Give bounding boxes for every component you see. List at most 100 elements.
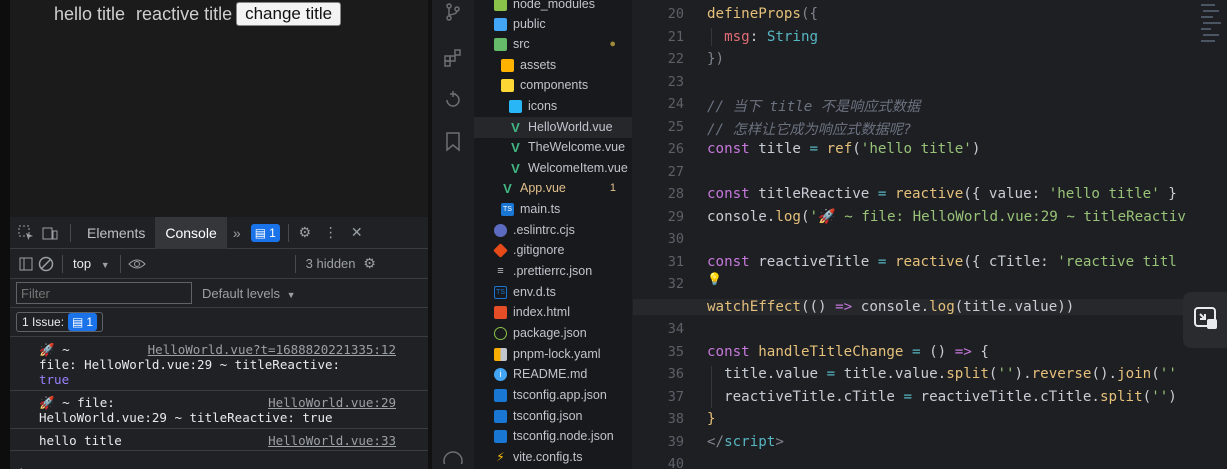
explorer-item-src[interactable]: src ● xyxy=(474,34,632,55)
log-levels-dropdown[interactable]: Default levels ▼ xyxy=(202,286,296,301)
explorer-item-main-ts[interactable]: TS main.ts xyxy=(474,199,632,220)
explorer-item-gitignore[interactable]: .gitignore xyxy=(474,240,632,261)
indent-guide xyxy=(711,366,712,408)
code-line: reactiveTitle.cTitle = reactiveTitle.cTi… xyxy=(707,388,1177,405)
explorer-item-thewelcome[interactable]: V TheWelcome.vue xyxy=(474,137,632,158)
vue-file-icon: V xyxy=(511,160,520,176)
console-settings-icon[interactable]: ⚙ xyxy=(360,254,380,274)
eye-icon[interactable] xyxy=(127,254,147,274)
tsconfig-file-icon xyxy=(494,429,507,443)
prettier-file-icon: ≡ xyxy=(497,265,504,278)
code-line: console.log('🚀 ~ file: HelloWorld.vue:29… xyxy=(707,208,1186,225)
folder-src-open-icon xyxy=(494,37,507,51)
explorer-item-prettierrc[interactable]: ≡ .prettierrc.json xyxy=(474,261,632,282)
code-line: // 当下 title 不是响应式数据 xyxy=(707,99,921,115)
problem-count-badge: 1 xyxy=(609,182,616,195)
explorer-item-tsconfig-node[interactable]: tsconfig.node.json xyxy=(474,426,632,447)
source-link[interactable]: HelloWorld.vue?t=1688820221335:12 xyxy=(148,342,396,357)
console-toolbar: top ▼ 3 hidden ⚙ xyxy=(10,249,428,279)
issues-button[interactable]: 1 Issue: ▤ 1 xyxy=(16,312,104,332)
console-prompt-icon[interactable]: › xyxy=(20,463,24,469)
filter-row: Default levels ▼ xyxy=(10,279,428,307)
explorer-item-welcomeitem[interactable]: V WelcomeItem.vue xyxy=(474,158,632,179)
tab-elements[interactable]: Elements xyxy=(77,217,155,249)
folder-components-open-icon xyxy=(501,78,514,92)
explorer-item-eslintrc[interactable]: .eslintrc.cjs xyxy=(474,220,632,241)
npm-file-icon xyxy=(494,326,507,340)
reactive-title-text: reactive title xyxy=(136,3,233,24)
code-line: // 怎样让它成为响应式数据呢? xyxy=(707,121,912,138)
lightbulb-icon[interactable]: 💡 xyxy=(707,272,722,286)
app-preview: hello title reactive title change title xyxy=(10,0,428,217)
current-code-line: watchEffect(() => console.log(title.valu… xyxy=(633,298,1227,315)
indent-guide xyxy=(711,28,712,46)
code-line: } xyxy=(707,411,716,427)
explorer-item-readme[interactable]: i README.md xyxy=(474,364,632,385)
tab-console[interactable]: Console xyxy=(155,216,227,249)
code-line: const reactiveTitle = reactive({ cTitle:… xyxy=(707,253,1177,270)
tsconfig-file-icon xyxy=(494,409,507,423)
explorer-item-tsconfig[interactable]: tsconfig.json xyxy=(474,406,632,427)
info-icon: i xyxy=(494,367,507,381)
device-toolbar-icon[interactable] xyxy=(40,223,60,243)
folder-icons-icon xyxy=(509,99,522,113)
tsconfig-file-icon xyxy=(494,388,507,402)
more-tabs-icon[interactable]: » xyxy=(227,223,247,243)
explorer-item-icons[interactable]: icons xyxy=(474,96,632,117)
source-link[interactable]: HelloWorld.vue:33 xyxy=(268,433,396,448)
change-title-button[interactable]: change title xyxy=(236,2,342,26)
file-explorer: node_modules public src ● assets compone… xyxy=(474,0,632,469)
hidden-count: 3 hidden xyxy=(305,256,356,271)
sidebar-toggle-icon[interactable] xyxy=(16,254,36,274)
code-line: }) xyxy=(707,51,725,67)
bookmark-icon[interactable] xyxy=(441,130,465,154)
explorer-item-pnpm-lock[interactable]: pnpm-lock.yaml xyxy=(474,344,632,365)
explorer-item-node-modules[interactable]: node_modules xyxy=(474,0,632,15)
pip-float-button[interactable] xyxy=(1183,292,1227,348)
explorer-item-tsconfig-app[interactable]: tsconfig.app.json xyxy=(474,385,632,406)
typescript-def-icon: TS xyxy=(494,285,507,299)
explorer-item-vite-config[interactable]: ⚡ vite.config.ts xyxy=(474,447,632,468)
title-text: hello title xyxy=(54,3,126,24)
explorer-item-package-json[interactable]: package.json xyxy=(474,323,632,344)
explorer-item-public[interactable]: public xyxy=(474,14,632,35)
folder-node-icon xyxy=(494,0,507,11)
explorer-item-components[interactable]: components xyxy=(474,75,632,96)
caret-down-icon: ▼ xyxy=(100,260,110,270)
issues-count-badge: ▤ 1 xyxy=(68,313,98,331)
inspect-element-icon[interactable] xyxy=(16,223,36,243)
filter-input[interactable] xyxy=(16,282,192,304)
eslint-file-icon xyxy=(494,223,507,237)
context-select[interactable]: top ▼ xyxy=(73,256,110,271)
code-line: const titleReactive = reactive({ value: … xyxy=(707,186,1177,202)
kebab-menu-icon[interactable]: ⋮ xyxy=(321,223,341,243)
gear-icon[interactable]: ⚙ xyxy=(295,223,315,243)
clear-console-icon[interactable] xyxy=(36,254,56,274)
extensions-icon[interactable] xyxy=(441,46,465,70)
explorer-item-helloworld[interactable]: V HelloWorld.vue xyxy=(474,117,632,138)
account-icon[interactable] xyxy=(441,445,465,469)
explorer-item-env-d-ts[interactable]: TS env.d.ts xyxy=(474,282,632,303)
pnpm-file-icon xyxy=(494,347,507,361)
issues-row: 1 Issue: ▤ 1 xyxy=(10,307,428,337)
git-file-icon xyxy=(493,242,508,258)
message-icon: ▤ xyxy=(254,225,267,240)
explorer-item-assets[interactable]: assets xyxy=(474,55,632,76)
folder-public-icon xyxy=(494,17,507,31)
remote-explorer-icon[interactable] xyxy=(441,88,465,112)
code-line: const title = ref('hello title') xyxy=(707,141,981,157)
app-title-line: hello title reactive title change title xyxy=(54,2,342,26)
vue-file-icon: V xyxy=(503,180,512,196)
source-link[interactable]: HelloWorld.vue:29 xyxy=(268,395,396,410)
source-control-icon[interactable] xyxy=(441,0,465,24)
browser-left-edge xyxy=(0,0,10,469)
issues-badge[interactable]: ▤ 1 xyxy=(250,223,280,242)
code-line: title.value = title.value.split('').reve… xyxy=(707,366,1177,382)
line-number-gutter: 20 21 22 23 24 25 26 27 28 29 30 31 32 3… xyxy=(667,6,684,469)
code-editor[interactable]: 20 21 22 23 24 25 26 27 28 29 30 31 32 3… xyxy=(633,0,1227,469)
explorer-item-app-vue[interactable]: V App.vue 1 xyxy=(474,178,632,199)
minimap[interactable] xyxy=(1199,0,1221,50)
explorer-item-index-html[interactable]: index.html xyxy=(474,302,632,323)
message-icon: ▤ xyxy=(72,315,84,329)
close-icon[interactable]: ✕ xyxy=(347,223,367,243)
